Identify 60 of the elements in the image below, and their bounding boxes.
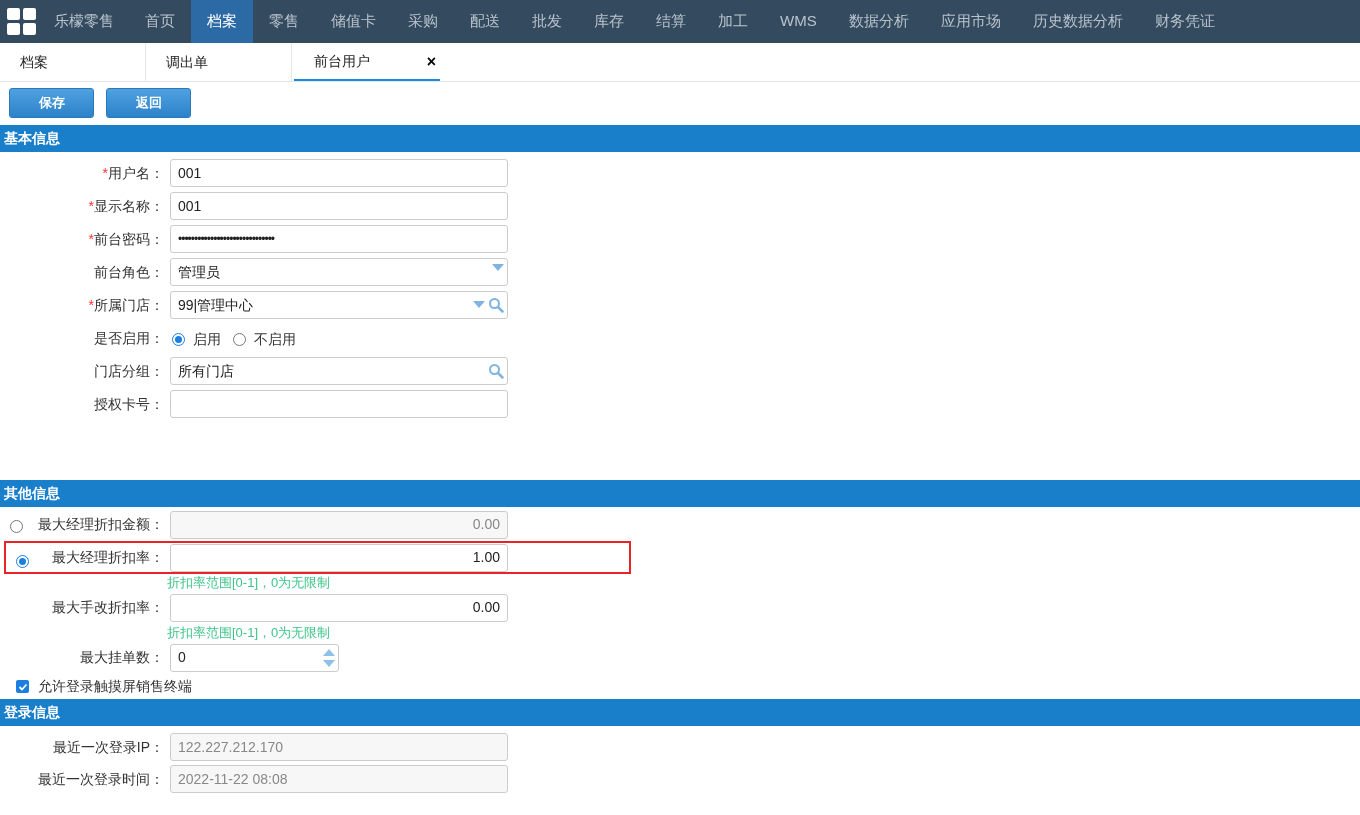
- nav-menu-item[interactable]: 储值卡: [315, 0, 392, 43]
- section-header: 其他信息: [0, 480, 1360, 507]
- dropdown-caret-icon[interactable]: [473, 301, 485, 309]
- hint-text: 折扣率范围[0-1]，0为无限制: [166, 624, 332, 641]
- number-field[interactable]: 1.00: [170, 543, 508, 572]
- field-label: 门店分组：: [93, 361, 165, 381]
- nav-menu-item[interactable]: 应用市场: [924, 0, 1017, 43]
- close-tab-icon[interactable]: ×: [426, 54, 436, 70]
- lookup-field[interactable]: 所有门店: [170, 357, 508, 385]
- field-label: 最近一次登录IP：: [51, 737, 165, 757]
- field-label: 是否启用：: [93, 328, 165, 348]
- nav-menu-item[interactable]: 历史数据分析: [1016, 0, 1139, 43]
- field-label: 最大经理折扣率：: [51, 548, 165, 567]
- number-spinner[interactable]: 0: [170, 643, 339, 672]
- nav-menu-item[interactable]: 财务凭证: [1138, 0, 1231, 43]
- password-field[interactable]: ••••••••••••••••••••••••••••••: [170, 225, 508, 253]
- nav-menu-item[interactable]: 首页: [129, 0, 191, 43]
- field-label: *前台密码：: [87, 229, 165, 249]
- checkbox[interactable]: [16, 680, 29, 693]
- page-tab[interactable]: 档案: [0, 43, 146, 81]
- nav-menu-item[interactable]: 数据分析: [832, 0, 925, 43]
- radio-label[interactable]: 不启用: [254, 329, 296, 350]
- nav-menu-item[interactable]: 库存: [578, 0, 640, 43]
- checkbox-label[interactable]: 允许登录触摸屏销售终端: [38, 676, 192, 697]
- nav-menu-item[interactable]: 采购: [392, 0, 454, 43]
- field-label: 最大挂单数：: [79, 648, 165, 667]
- nav-menu-item[interactable]: 结算: [640, 0, 702, 43]
- nav-menu-item[interactable]: 加工: [702, 0, 764, 43]
- input-field[interactable]: [170, 390, 508, 418]
- field-label: 最近一次登录时间：: [37, 769, 165, 789]
- brand-name: 乐檬零售: [53, 11, 115, 32]
- radio-button[interactable]: [16, 555, 29, 568]
- field-label: *用户名：: [101, 163, 165, 183]
- nav-menu-item[interactable]: 批发: [516, 0, 578, 43]
- dropdown-caret-icon[interactable]: [492, 264, 504, 272]
- nav-menu-item[interactable]: 零售: [253, 0, 315, 43]
- number-field[interactable]: 0.00: [170, 593, 508, 622]
- field-label: *所属门店：: [87, 295, 165, 315]
- dropdown-field[interactable]: 99|管理中心: [170, 291, 508, 319]
- toolbar-button[interactable]: 返回: [106, 88, 191, 118]
- field-label: *显示名称：: [87, 196, 165, 216]
- search-icon[interactable]: [488, 363, 504, 379]
- field-label: 最大手改折扣率：: [51, 598, 165, 617]
- field-label: 前台角色：: [93, 262, 165, 282]
- radio-label[interactable]: 启用: [193, 329, 221, 350]
- toolbar-button[interactable]: 保存: [9, 88, 94, 118]
- nav-menu-item[interactable]: 档案: [191, 0, 253, 43]
- page-tab[interactable]: 调出单: [146, 43, 292, 81]
- search-icon[interactable]: [488, 297, 504, 313]
- field-label: 授权卡号：: [93, 394, 165, 414]
- dropdown-field[interactable]: 管理员: [170, 258, 508, 286]
- input-field[interactable]: 001: [170, 192, 508, 220]
- section-header: 基本信息: [0, 125, 1360, 152]
- nav-menu-item[interactable]: 配送: [454, 0, 516, 43]
- field-label: 最大经理折扣金额：: [37, 515, 165, 534]
- hint-text: 折扣率范围[0-1]，0为无限制: [166, 574, 332, 591]
- page-tab[interactable]: 前台用户 ×: [294, 43, 440, 81]
- section-header: 登录信息: [0, 699, 1360, 726]
- nav-menu-item[interactable]: WMS: [764, 0, 833, 43]
- input-field[interactable]: 001: [170, 159, 508, 187]
